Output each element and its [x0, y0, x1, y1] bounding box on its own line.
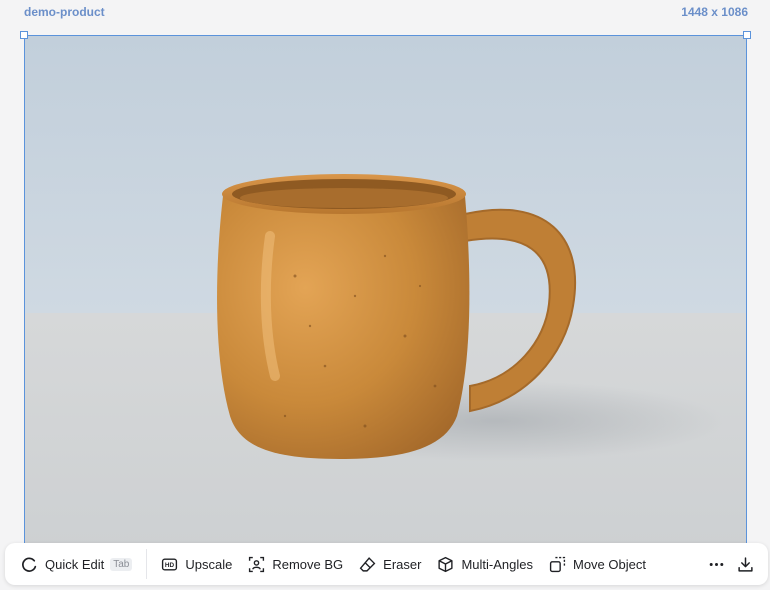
quick-edit-label: Quick Edit: [45, 556, 105, 572]
refresh-icon: [22, 556, 37, 572]
move-frame-icon: [549, 556, 566, 572]
remove-bg-button[interactable]: Remove BG: [240, 548, 351, 580]
bottom-toolbar: Quick Edit Tab HD Upscale Remove BG Eras…: [5, 543, 768, 585]
resize-handle-top-right[interactable]: [743, 31, 751, 39]
remove-bg-label: Remove BG: [272, 556, 344, 572]
toolbar-divider: [146, 549, 148, 579]
canvas-header: demo-product 1448 x 1086: [0, 0, 770, 28]
svg-text:HD: HD: [165, 562, 175, 569]
upscale-label: Upscale: [185, 556, 233, 572]
cube-icon: [438, 556, 454, 572]
multi-angles-button[interactable]: Multi-Angles: [429, 548, 541, 580]
download-button[interactable]: [731, 548, 760, 580]
more-options-button[interactable]: [702, 548, 731, 580]
download-icon: [738, 556, 753, 572]
canvas-image[interactable]: [24, 35, 747, 555]
eraser-icon: [359, 556, 376, 572]
eraser-button[interactable]: Eraser: [351, 548, 429, 580]
move-object-label: Move Object: [572, 556, 646, 572]
layer-name[interactable]: demo-product: [24, 5, 105, 19]
more-icon: [709, 562, 724, 566]
resize-handle-top-left[interactable]: [20, 31, 28, 39]
mug-body: [217, 196, 470, 459]
hd-icon: HD: [162, 557, 178, 571]
quick-edit-button[interactable]: Quick Edit Tab: [13, 548, 140, 580]
move-object-button[interactable]: Move Object: [541, 548, 654, 580]
product-photo: [25, 36, 746, 554]
person-frame-icon: [249, 556, 265, 572]
image-dimensions: 1448 x 1086: [681, 5, 748, 19]
eraser-label: Eraser: [383, 556, 422, 572]
upscale-button[interactable]: HD Upscale: [153, 548, 240, 580]
multi-angles-label: Multi-Angles: [461, 556, 533, 572]
quick-edit-shortcut: Tab: [110, 557, 133, 571]
